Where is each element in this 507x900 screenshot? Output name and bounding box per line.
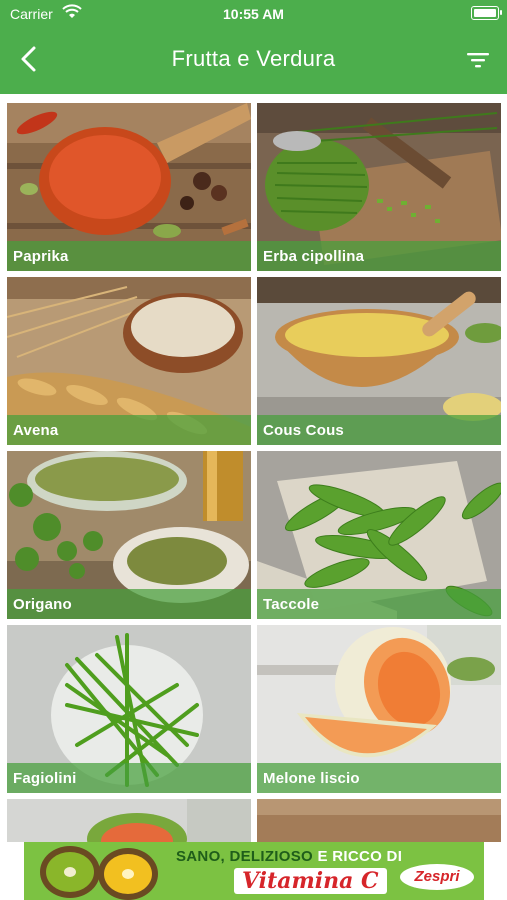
- ad-headline-highlight: E RICCO DI: [317, 848, 403, 865]
- product-tile-paprika[interactable]: Paprika: [7, 103, 251, 271]
- kiwi-icon: [40, 846, 158, 900]
- product-name: Fagiolini: [13, 770, 77, 787]
- filter-button[interactable]: [463, 46, 493, 74]
- product-name: Avena: [13, 422, 59, 439]
- ad-headline: SANO, DELIZIOSO E RICCO DI: [176, 848, 402, 865]
- product-name: Taccole: [263, 596, 320, 613]
- ad-banner[interactable]: SANO, DELIZIOSO E RICCO DI Vitamina C Ze…: [24, 842, 484, 900]
- product-tile-erba-cipollina[interactable]: Erba cipollina: [257, 103, 501, 271]
- status-bar: Carrier 10:55 AM: [0, 0, 507, 30]
- product-tile-next[interactable]: [257, 799, 501, 842]
- product-tile-melone-liscio[interactable]: Melone liscio: [257, 625, 501, 793]
- ad-headline-prefix: SANO, DELIZIOSO: [176, 848, 314, 865]
- product-tile-fagiolini[interactable]: Fagiolini: [7, 625, 251, 793]
- ad-subline: Vitamina C: [234, 868, 387, 894]
- product-name: Paprika: [13, 248, 69, 265]
- app-header: Carrier 10:55 AM Frutta e Verdura: [0, 0, 507, 94]
- product-tile-taccole[interactable]: Taccole: [257, 451, 501, 619]
- clock: 10:55 AM: [223, 6, 284, 22]
- product-grid: Paprika Erba cipollina Avena Cous Cous O…: [0, 94, 507, 842]
- product-tile-origano[interactable]: Origano: [7, 451, 251, 619]
- product-name: Cous Cous: [263, 422, 344, 439]
- product-tile-next[interactable]: [7, 799, 251, 842]
- fruit-image: [7, 799, 251, 842]
- product-name: Origano: [13, 596, 72, 613]
- produce-image: [257, 799, 501, 842]
- brand-logo: Zespri: [400, 864, 474, 890]
- page-title: Frutta e Verdura: [171, 46, 336, 71]
- product-tile-cous-cous[interactable]: Cous Cous: [257, 277, 501, 445]
- product-tile-avena[interactable]: Avena: [7, 277, 251, 445]
- product-name: Melone liscio: [263, 770, 360, 787]
- product-name: Erba cipollina: [263, 248, 365, 265]
- battery-icon: [471, 6, 502, 20]
